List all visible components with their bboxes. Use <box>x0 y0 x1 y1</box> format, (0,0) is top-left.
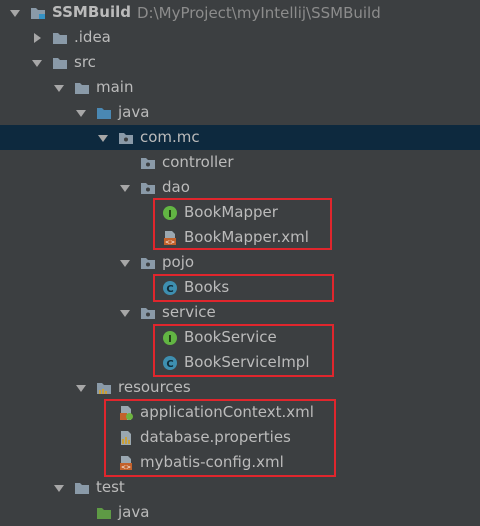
tree-node-label: BookMapper <box>184 203 278 221</box>
tree-node-bookmapper[interactable]: I BookMapper <box>0 200 480 225</box>
root-project-path: D:\MyProject\myIntellij\SSMBuild <box>137 3 381 22</box>
expand-arrow-icon[interactable] <box>118 256 132 270</box>
tree-node-label: BookMapper.xml <box>184 228 309 246</box>
svg-text:I: I <box>168 334 172 345</box>
expand-arrow-icon[interactable] <box>96 131 110 145</box>
package-icon <box>140 155 156 171</box>
tree-node-applicationcontext-xml[interactable]: applicationContext.xml <box>0 400 480 425</box>
tree-node-label: service <box>162 303 216 321</box>
interface-icon: I <box>162 330 178 346</box>
tree-node-java-source[interactable]: java <box>0 100 480 125</box>
class-icon: C <box>162 355 178 371</box>
expand-arrow-icon[interactable] <box>74 381 88 395</box>
svg-text:C: C <box>166 284 173 295</box>
svg-text:I: I <box>168 209 172 220</box>
source-folder-icon <box>96 105 112 121</box>
svg-text:<>: <> <box>165 239 175 246</box>
expand-arrow-icon[interactable] <box>52 81 66 95</box>
svg-text:C: C <box>166 359 173 370</box>
tree-node-books[interactable]: C Books <box>0 275 480 300</box>
expand-arrow-icon[interactable] <box>30 56 44 70</box>
tree-node-src[interactable]: src <box>0 50 480 75</box>
tree-node-label: BookServiceImpl <box>184 353 310 371</box>
tree-node-com-mc[interactable]: com.mc <box>0 125 480 150</box>
tree-node-java-test[interactable]: java <box>0 500 480 525</box>
tree-node-label: BookService <box>184 328 277 346</box>
tree-node-service[interactable]: service <box>0 300 480 325</box>
package-icon <box>140 180 156 196</box>
tree-node-mybatis-config-xml[interactable]: <> mybatis-config.xml <box>0 450 480 475</box>
folder-icon <box>74 480 90 496</box>
tree-node-label: java <box>118 103 150 121</box>
tree-node-label: main <box>96 78 134 96</box>
folder-icon <box>52 55 68 71</box>
properties-file-icon <box>118 430 134 446</box>
expand-arrow-icon[interactable] <box>52 481 66 495</box>
resources-folder-icon <box>96 380 112 396</box>
tree-node-root[interactable]: SSMBuild D:\MyProject\myIntellij\SSMBuil… <box>0 0 480 25</box>
collapsed-arrow-icon[interactable] <box>30 31 44 45</box>
expand-arrow-icon[interactable] <box>118 306 132 320</box>
tree-node-label: resources <box>118 378 191 396</box>
tree-node-label: Books <box>184 278 230 296</box>
tree-node-bookservice[interactable]: I BookService <box>0 325 480 350</box>
package-icon <box>140 255 156 271</box>
folder-icon <box>52 30 68 46</box>
tree-node-label: database.properties <box>140 428 291 446</box>
tree-node-controller[interactable]: controller <box>0 150 480 175</box>
tree-node-bookmapper-xml[interactable]: <> BookMapper.xml <box>0 225 480 250</box>
tree-node-database-properties[interactable]: database.properties <box>0 425 480 450</box>
folder-icon <box>74 80 90 96</box>
expand-arrow-icon[interactable] <box>74 106 88 120</box>
tree-node-label: mybatis-config.xml <box>140 453 284 471</box>
tree-node-label: dao <box>162 178 190 196</box>
test-source-folder-icon <box>96 505 112 521</box>
tree-node-main[interactable]: main <box>0 75 480 100</box>
xml-file-icon: <> <box>162 230 178 246</box>
tree-node-bookserviceimpl[interactable]: C BookServiceImpl <box>0 350 480 375</box>
tree-node-label: pojo <box>162 253 195 271</box>
module-folder-icon <box>30 5 46 21</box>
tree-node-pojo[interactable]: pojo <box>0 250 480 275</box>
package-icon <box>118 130 134 146</box>
tree-node-test[interactable]: test <box>0 475 480 500</box>
expand-arrow-icon[interactable] <box>118 181 132 195</box>
expand-arrow-icon[interactable] <box>8 6 22 20</box>
tree-node-resources[interactable]: resources <box>0 375 480 400</box>
tree-node-label: java <box>118 503 150 521</box>
tree-node-label: applicationContext.xml <box>140 403 314 421</box>
tree-node-dao[interactable]: dao <box>0 175 480 200</box>
root-project-name: SSMBuild <box>52 3 131 21</box>
xml-file-icon: <> <box>118 455 134 471</box>
tree-node-label: com.mc <box>140 128 200 146</box>
package-icon <box>140 305 156 321</box>
tree-node-label: test <box>96 478 125 496</box>
class-icon: C <box>162 280 178 296</box>
tree-node-label: src <box>74 53 96 71</box>
interface-icon: I <box>162 205 178 221</box>
tree-node-idea[interactable]: .idea <box>0 25 480 50</box>
tree-node-label: .idea <box>74 28 111 46</box>
svg-text:<>: <> <box>121 464 131 471</box>
tree-node-label: controller <box>162 153 234 171</box>
spring-xml-icon <box>118 405 134 421</box>
